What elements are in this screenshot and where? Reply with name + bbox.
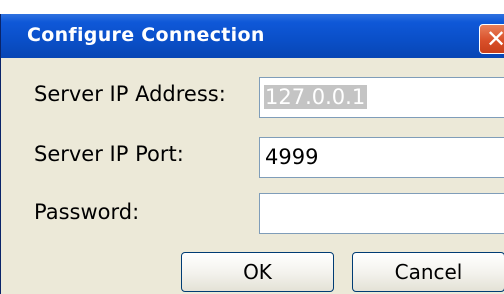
server-port-field[interactable]: 4999 bbox=[259, 137, 504, 178]
server-ip-field[interactable]: 127.0.0.1 bbox=[259, 77, 504, 118]
close-icon: ✕ bbox=[486, 25, 504, 53]
ok-button[interactable]: OK bbox=[181, 252, 334, 292]
screenshot-frame: Configure Connection ✕ Server IP Address… bbox=[0, 0, 504, 294]
background-document-text bbox=[0, 0, 504, 8]
configure-connection-dialog: Configure Connection ✕ Server IP Address… bbox=[0, 14, 504, 294]
dialog-body: Server IP Address: 127.0.0.1 Server IP P… bbox=[1, 58, 504, 294]
window-title: Configure Connection bbox=[27, 24, 265, 46]
close-button[interactable]: ✕ bbox=[479, 24, 504, 54]
server-ip-value: 127.0.0.1 bbox=[264, 85, 368, 109]
title-bar[interactable]: Configure Connection ✕ bbox=[1, 14, 504, 58]
server-port-value: 4999 bbox=[265, 145, 319, 169]
password-field[interactable] bbox=[259, 193, 504, 234]
password-label: Password: bbox=[34, 200, 140, 224]
cancel-button[interactable]: Cancel bbox=[352, 252, 504, 292]
server-ip-label: Server IP Address: bbox=[34, 82, 226, 106]
server-port-label: Server IP Port: bbox=[34, 142, 184, 166]
